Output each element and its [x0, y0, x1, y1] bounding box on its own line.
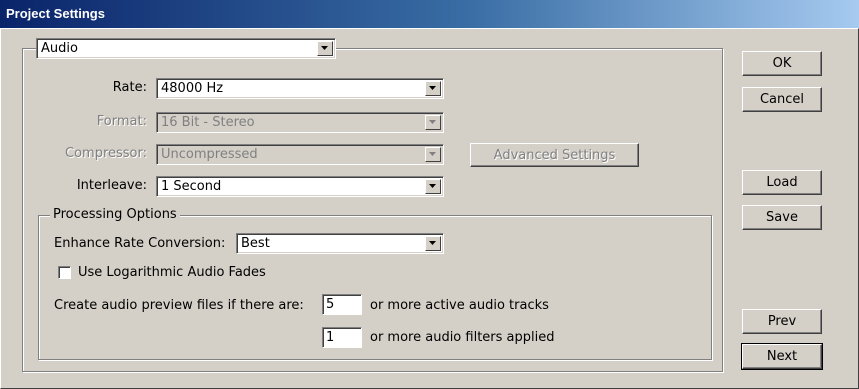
enhance-rate-label: Enhance Rate Conversion:: [54, 236, 226, 251]
title-bar[interactable]: Project Settings: [0, 0, 859, 28]
prev-label: Prev: [767, 314, 797, 329]
rate-select[interactable]: 48000 Hz: [156, 78, 444, 99]
interleave-label: Interleave:: [76, 178, 147, 193]
active-tracks-suffix: or more active audio tracks: [370, 298, 549, 313]
compressor-label: Compressor:: [65, 146, 147, 161]
advanced-settings-label: Advanced Settings: [493, 148, 616, 163]
save-label: Save: [766, 210, 798, 225]
active-tracks-input[interactable]: 5: [322, 294, 362, 315]
chevron-down-icon[interactable]: [425, 147, 441, 162]
format-value: 16 Bit - Stereo: [161, 115, 255, 130]
chevron-down-icon[interactable]: [425, 115, 441, 130]
log-fades-checkbox[interactable]: [58, 266, 71, 279]
compressor-select[interactable]: Uncompressed: [156, 144, 444, 165]
next-label: Next: [766, 349, 798, 364]
load-label: Load: [766, 175, 798, 190]
section-select[interactable]: Audio: [36, 38, 336, 59]
chevron-down-icon[interactable]: [425, 236, 441, 251]
active-tracks-value: 5: [326, 297, 335, 312]
cancel-button[interactable]: Cancel: [742, 87, 822, 112]
load-button[interactable]: Load: [742, 170, 822, 195]
preview-files-label: Create audio preview files if there are:: [54, 298, 304, 313]
format-select[interactable]: 16 Bit - Stereo: [156, 112, 444, 133]
next-button[interactable]: Next: [741, 343, 823, 370]
save-button[interactable]: Save: [742, 205, 822, 230]
compressor-value: Uncompressed: [161, 147, 258, 162]
enhance-rate-value: Best: [241, 236, 270, 251]
chevron-down-icon[interactable]: [425, 179, 441, 194]
chevron-down-icon[interactable]: [425, 81, 441, 96]
chevron-down-icon[interactable]: [317, 41, 333, 56]
rate-label: Rate:: [112, 80, 147, 95]
ok-button[interactable]: OK: [742, 51, 822, 76]
section-select-value: Audio: [41, 41, 78, 56]
audio-filters-input[interactable]: 1: [322, 327, 362, 348]
audio-filters-value: 1: [326, 330, 335, 345]
audio-filters-suffix: or more audio filters applied: [370, 330, 555, 345]
cancel-label: Cancel: [759, 92, 805, 107]
format-label: Format:: [96, 114, 147, 129]
interleave-value: 1 Second: [161, 179, 222, 194]
log-fades-label[interactable]: Use Logarithmic Audio Fades: [78, 265, 266, 280]
enhance-rate-select[interactable]: Best: [236, 233, 444, 254]
processing-options-legend: Processing Options: [50, 207, 180, 222]
window-title: Project Settings: [6, 6, 105, 21]
ok-label: OK: [772, 56, 792, 71]
prev-button[interactable]: Prev: [742, 309, 822, 334]
interleave-select[interactable]: 1 Second: [156, 176, 444, 197]
advanced-settings-button[interactable]: Advanced Settings: [470, 143, 639, 167]
rate-value: 48000 Hz: [161, 81, 224, 96]
